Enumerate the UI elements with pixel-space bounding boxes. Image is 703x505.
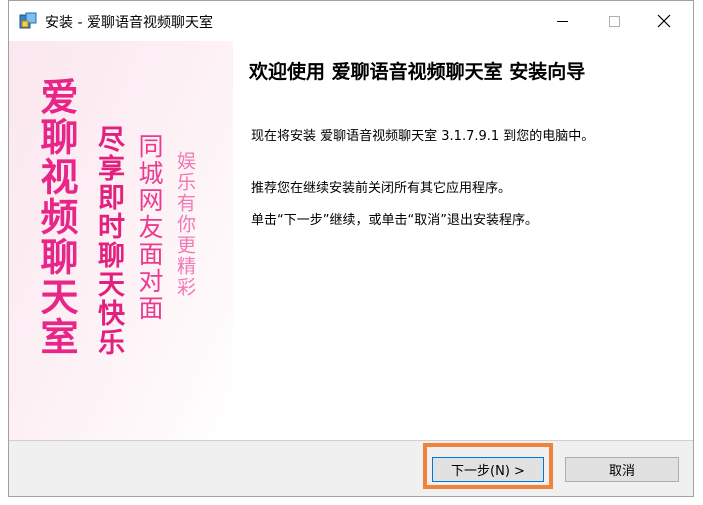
banner-text-local: 同城网友面对面 [135, 133, 164, 322]
banner-text-fun: 娱乐有你更精彩 [174, 151, 196, 298]
installer-app-icon [19, 12, 37, 29]
wizard-footer: 下一步(N) > 取消 [9, 441, 693, 496]
next-button[interactable]: 下一步(N) > [432, 457, 544, 482]
wizard-client-area: 爱聊视频聊天室 尽享即时聊天快乐 同城网友面对面 娱乐有你更精彩 欢迎使用 爱聊… [9, 41, 693, 440]
banner-text-slogan: 尽享即时聊天快乐 [93, 125, 124, 357]
minimize-icon [556, 20, 568, 22]
window-title: 安装 - 爱聊语音视频聊天室 [45, 15, 213, 31]
maximize-icon [608, 15, 620, 27]
close-apps-text: 推荐您在继续安装前关闭所有其它应用程序。 [251, 181, 512, 196]
installer-window: 安装 - 爱聊语音视频聊天室 爱聊视频聊天室 尽享即时聊天快乐 同城网友面对面 … [8, 0, 694, 497]
cancel-button[interactable]: 取消 [565, 457, 679, 482]
wizard-banner-image: 爱聊视频聊天室 尽享即时聊天快乐 同城网友面对面 娱乐有你更精彩 [9, 41, 233, 440]
instructions-text: 单击“下一步”继续，或单击“取消”退出安装程序。 [251, 213, 538, 228]
close-button[interactable] [641, 1, 687, 41]
banner-text-brand: 爱聊视频聊天室 [34, 77, 78, 357]
welcome-heading: 欢迎使用 爱聊语音视频聊天室 安装向导 [249, 61, 586, 83]
install-target-text: 现在将安装 爱聊语音视频聊天室 3.1.7.9.1 到您的电脑中。 [251, 129, 595, 144]
close-icon [657, 14, 671, 28]
welcome-content: 欢迎使用 爱聊语音视频聊天室 安装向导 现在将安装 爱聊语音视频聊天室 3.1.… [241, 41, 686, 440]
maximize-button[interactable] [591, 1, 637, 41]
title-bar[interactable]: 安装 - 爱聊语音视频聊天室 [9, 1, 693, 41]
minimize-button[interactable] [539, 1, 585, 41]
